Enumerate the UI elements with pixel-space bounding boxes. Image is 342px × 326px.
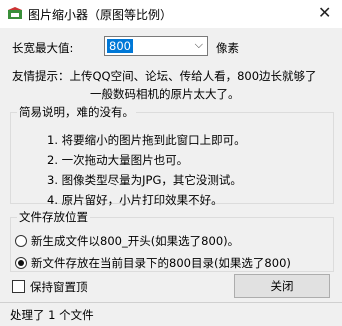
tip-text-line1: 友情提示：上传QQ空间、论坛、传给人看，800边长就够了 [12, 69, 317, 83]
close-icon[interactable]: ✕ [318, 3, 331, 22]
close-button[interactable]: 关闭 [234, 274, 330, 298]
radio-prefix-label[interactable]: 新生成文件以800_开头(如果选了800)。 [31, 233, 239, 249]
app-icon [8, 7, 22, 19]
max-size-value[interactable]: 800 [107, 39, 133, 53]
radio-subfolder-option[interactable] [15, 257, 27, 269]
keep-on-top-label[interactable]: 保持窗置顶 [30, 279, 88, 295]
tip-text-line2: 一般数码相机的原片太大了。 [90, 87, 240, 101]
instructions-group: 简易说明，难的没有。 1. 将要缩小的图片拖到此窗口上即可。 2. 一次拖动大量… [10, 104, 334, 207]
max-size-dropdown[interactable]: 800 ⌵ [104, 36, 208, 56]
max-size-label: 长宽最大值: [12, 41, 74, 55]
instruction-line: 4. 原片留好，小片打印效果不好。 [47, 193, 223, 207]
instruction-line: 2. 一次拖动大量图片也可。 [47, 153, 189, 167]
chevron-down-icon[interactable]: ⌵ [195, 38, 203, 52]
radio-subfolder-label[interactable]: 新文件存放在当前目录下的800目录(如果选了800) [31, 255, 291, 271]
status-text: 处理了 1 个文件 [10, 308, 94, 322]
keep-on-top-checkbox[interactable] [12, 280, 25, 293]
status-bar: 处理了 1 个文件 [0, 302, 342, 326]
title-bar: 图片缩小器（原图等比例） ✕ [0, 0, 342, 28]
window-title: 图片缩小器（原图等比例） [28, 8, 173, 22]
instruction-line: 1. 将要缩小的图片拖到此窗口上即可。 [47, 133, 246, 147]
unit-label: 像素 [216, 41, 239, 55]
save-location-group: 文件存放位置 新生成文件以800_开头(如果选了800)。 新文件存放在当前目录… [10, 209, 334, 272]
save-location-legend: 文件存放位置 [19, 210, 88, 224]
instruction-line: 3. 图像类型尽量为JPG，其它没测试。 [47, 173, 242, 187]
instructions-legend: 简易说明，难的没有。 [19, 105, 134, 119]
radio-prefix-option[interactable] [15, 235, 27, 247]
